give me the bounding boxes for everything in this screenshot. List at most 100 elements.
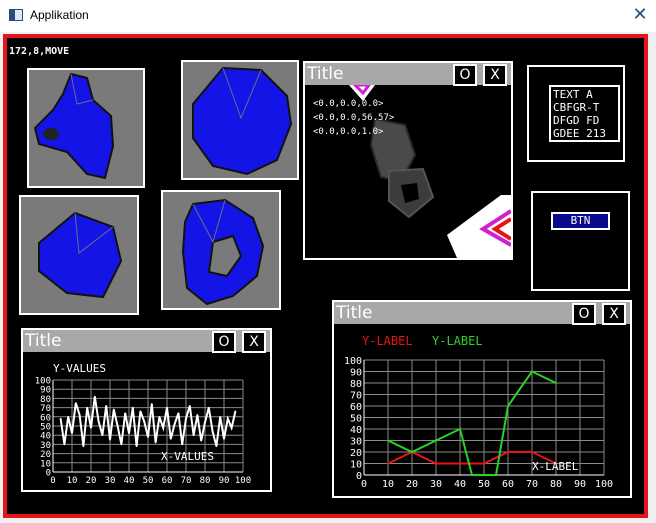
series-point (94, 395, 96, 398)
x-tick-label: 40 (454, 479, 466, 490)
render-canvas[interactable]: 172,8,MOVE Title O X <0.0,0.0,0.0> <0.0,… (3, 34, 648, 518)
series-point (132, 406, 134, 409)
series-point (67, 416, 69, 418)
mesh-thumb-3[interactable] (19, 195, 139, 315)
series-point (459, 428, 461, 430)
y-tick-label: 10 (40, 459, 51, 469)
y-tick-label: 0 (46, 469, 51, 479)
series-point (177, 412, 180, 414)
x-tick-label: 10 (382, 479, 394, 490)
y-tick-label: 90 (350, 368, 362, 379)
y-tick-label: 80 (40, 395, 51, 405)
y-tick-label: 20 (350, 448, 362, 459)
small-chart: 0 10 20 30 40 50 60 70 80 90 100010203040506070809… (35, 362, 251, 486)
series-point (116, 425, 119, 427)
y-tick-label: 90 (40, 386, 51, 396)
series-point (82, 445, 85, 448)
series-point (215, 445, 218, 448)
series-point (101, 434, 104, 436)
viewer-panel-close-button[interactable]: X (483, 64, 507, 86)
series-point (78, 414, 81, 416)
series-point (507, 451, 509, 453)
y-tick-label: 50 (40, 423, 51, 433)
text-box-content: TEXT A CBFGR-T DFGD FD GDEE 213 (549, 85, 620, 142)
btn-button[interactable]: BTN (551, 212, 610, 230)
small-chart-panel[interactable]: Title O X 0 10 20 30 40 50 60 70 80 90 100 0 10 20 30 4… (21, 328, 272, 492)
big-chart-panel[interactable]: Title O X 0 10 20 30 40 50 60 70 80 90 100 0 10 20 30 4… (332, 300, 632, 498)
y-tick-label: 10 (350, 460, 362, 471)
y-tick-label: 100 (35, 377, 51, 387)
series-point (387, 439, 389, 442)
y-tick-label: 60 (350, 402, 362, 413)
series-point (223, 438, 225, 440)
legend-entry: Y-LABEL (362, 334, 413, 348)
big-chart-title: Title (336, 303, 373, 323)
viewer-panel-o-button[interactable]: O (453, 64, 477, 86)
x-tick-label: 80 (550, 479, 562, 490)
big-chart-titlebar[interactable]: Title O X (334, 302, 630, 325)
series-point (219, 416, 221, 418)
text-line-1: TEXT A (553, 88, 593, 101)
viewer-panel-titlebar[interactable]: Title O X (305, 63, 511, 86)
series-point (555, 382, 557, 384)
x-axis-label: X-VALUES (161, 450, 214, 463)
series-point (90, 427, 92, 429)
x-tick-label: 40 (124, 476, 135, 486)
series-point (531, 370, 533, 373)
mesh-thumb-2-shape (192, 66, 293, 176)
series-point (211, 430, 214, 433)
series-point (507, 405, 509, 407)
text-line-4: GDEE 213 (553, 127, 606, 140)
big-chart: 0 10 20 30 40 50 60 70 80 90 100010203040506070809… (344, 334, 613, 490)
x-tick-label: 90 (574, 479, 586, 490)
x-axis-label: X-LABEL (532, 460, 579, 473)
small-chart-o-button[interactable]: O (212, 331, 236, 353)
viewer-panel[interactable]: Title O X <0.0,0.0,0.0> <0.0,0.0,56.57> … (303, 61, 513, 260)
series-point (387, 462, 389, 465)
y-tick-label: 70 (350, 391, 362, 402)
close-icon[interactable]: ✕ (628, 3, 652, 27)
series-point (200, 439, 202, 442)
series-line (387, 370, 557, 476)
series-point (459, 462, 461, 465)
y-tick-label: 40 (40, 432, 51, 442)
y-tick-label: 20 (40, 450, 51, 460)
big-chart-o-button[interactable]: O (572, 303, 596, 325)
viewer-line-1: <0.0,0.0,0.0> (313, 99, 384, 109)
series-point (105, 404, 107, 407)
x-tick-label: 0 (50, 476, 55, 486)
series-point (113, 408, 115, 411)
viewer-line-2: <0.0,0.0,56.57> (313, 113, 395, 123)
series-point (196, 414, 199, 416)
y-tick-label: 60 (40, 413, 51, 423)
y-tick-label: 70 (40, 404, 51, 414)
mesh-thumb-4[interactable] (161, 190, 281, 310)
y-tick-label: 30 (40, 441, 51, 451)
legend-entry: Y-LABEL (432, 334, 483, 348)
series-point (143, 420, 145, 423)
mesh-thumb-2[interactable] (181, 60, 299, 180)
y-axis-label: Y-VALUES (53, 362, 106, 375)
mesh-thumb-1[interactable] (27, 68, 145, 188)
series-point (495, 474, 497, 476)
x-tick-label: 60 (162, 476, 173, 486)
text-line-3: DFGD FD (553, 114, 600, 127)
x-tick-label: 20 (406, 479, 418, 490)
series-point (151, 403, 153, 405)
small-chart-close-button[interactable]: X (242, 331, 266, 353)
big-chart-close-button[interactable]: X (602, 303, 626, 325)
x-tick-label: 30 (105, 476, 116, 486)
x-tick-label: 80 (200, 476, 211, 486)
mesh-thumb-4-shape (181, 198, 265, 306)
series-point (471, 474, 473, 476)
text-line-2: CBFGR-T (553, 101, 600, 114)
series-point (227, 417, 229, 420)
x-tick-label: 30 (430, 479, 442, 490)
small-chart-titlebar[interactable]: Title O X (23, 330, 270, 353)
button-box: BTN (531, 191, 630, 291)
y-tick-label: 40 (350, 425, 362, 436)
x-tick-label: 50 (143, 476, 154, 486)
series-point (204, 421, 206, 424)
x-tick-label: 20 (86, 476, 97, 486)
x-tick-label: 50 (478, 479, 490, 490)
